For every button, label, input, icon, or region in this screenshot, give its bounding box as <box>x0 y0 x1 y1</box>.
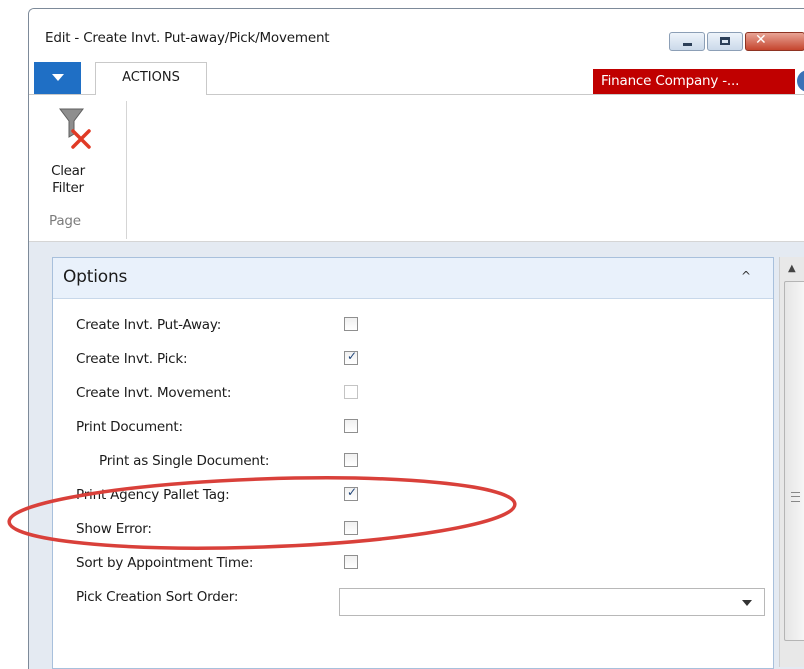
check-icon: ✓ <box>347 485 358 499</box>
field-label: Create Invt. Movement: <box>76 385 232 401</box>
field-row-print-single: Print as Single Document: <box>53 446 773 480</box>
ribbon-tab-row: ACTIONS Finance Company -... ? <box>29 57 804 95</box>
field-label: Print as Single Document: <box>99 453 270 469</box>
clear-filter-icon <box>59 108 91 149</box>
chevron-down-icon <box>52 74 64 81</box>
field-label: Create Invt. Put-Away: <box>76 317 222 333</box>
create-movement-checkbox[interactable] <box>344 385 358 399</box>
print-document-checkbox[interactable] <box>344 419 358 433</box>
maximize-icon <box>720 37 730 45</box>
title-bar: Edit - Create Invt. Put-away/Pick/Moveme… <box>29 9 804 52</box>
close-button[interactable]: ✕ <box>745 32 804 51</box>
tab-actions[interactable]: ACTIONS <box>95 62 207 95</box>
field-label: Print Agency Pallet Tag: <box>76 487 230 503</box>
minimize-icon <box>683 43 692 46</box>
field-row-sort-by-appointment: Sort by Appointment Time: <box>53 548 773 582</box>
field-row-show-error: Show Error: <box>53 514 773 548</box>
field-label: Sort by Appointment Time: <box>76 555 254 571</box>
options-header[interactable]: Options ^ <box>53 258 773 299</box>
print-single-document-checkbox[interactable] <box>344 453 358 467</box>
field-row-pick-creation-sort-order: Pick Creation Sort Order: <box>53 582 773 616</box>
grip-icon <box>791 492 800 502</box>
collapse-icon[interactable]: ^ <box>741 269 751 283</box>
page-content: Options ^ Create Invt. Put-Away: Create … <box>29 242 804 669</box>
maximize-button[interactable] <box>707 32 743 51</box>
create-put-away-checkbox[interactable] <box>344 317 358 331</box>
ribbon-group-label: Page <box>49 213 81 229</box>
company-badge[interactable]: Finance Company -... <box>593 69 795 94</box>
field-label: Show Error: <box>76 521 152 537</box>
field-row-create-movement: Create Invt. Movement: <box>53 378 773 412</box>
app-menu-button[interactable] <box>34 62 81 94</box>
clear-filter-button[interactable]: Clear Filter <box>41 107 93 205</box>
sort-by-appointment-checkbox[interactable] <box>344 555 358 569</box>
vertical-scrollbar[interactable]: ▲ <box>779 257 804 667</box>
show-error-checkbox[interactable] <box>344 521 358 535</box>
ribbon: Clear Filter Page <box>29 95 804 242</box>
check-icon: ✓ <box>347 349 358 363</box>
options-title: Options <box>63 267 128 287</box>
dialog-window: Edit - Create Invt. Put-away/Pick/Moveme… <box>28 8 804 669</box>
create-pick-checkbox[interactable]: ✓ <box>344 349 358 365</box>
help-icon[interactable]: ? <box>797 70 804 92</box>
field-label: Pick Creation Sort Order: <box>76 589 239 605</box>
pick-creation-sort-order-select[interactable] <box>339 588 765 616</box>
clear-filter-label: Clear Filter <box>51 163 85 196</box>
scroll-thumb[interactable] <box>784 281 804 641</box>
print-agency-pallet-tag-checkbox[interactable]: ✓ <box>344 485 358 501</box>
field-row-create-pick: Create Invt. Pick: ✓ <box>53 344 773 378</box>
minimize-button[interactable] <box>669 32 705 51</box>
field-row-print-document: Print Document: <box>53 412 773 446</box>
field-row-print-agency-pallet-tag: Print Agency Pallet Tag: ✓ <box>53 480 773 514</box>
field-label: Create Invt. Pick: <box>76 351 188 367</box>
field-row-create-put-away: Create Invt. Put-Away: <box>53 310 773 344</box>
field-label: Print Document: <box>76 419 183 435</box>
window-title: Edit - Create Invt. Put-away/Pick/Moveme… <box>45 30 330 46</box>
scroll-up-icon[interactable]: ▲ <box>788 263 796 274</box>
close-icon: ✕ <box>755 32 767 48</box>
chevron-down-icon[interactable] <box>742 600 752 606</box>
ribbon-group-divider <box>126 101 127 239</box>
options-fasttab: Options ^ Create Invt. Put-Away: Create … <box>52 257 774 669</box>
